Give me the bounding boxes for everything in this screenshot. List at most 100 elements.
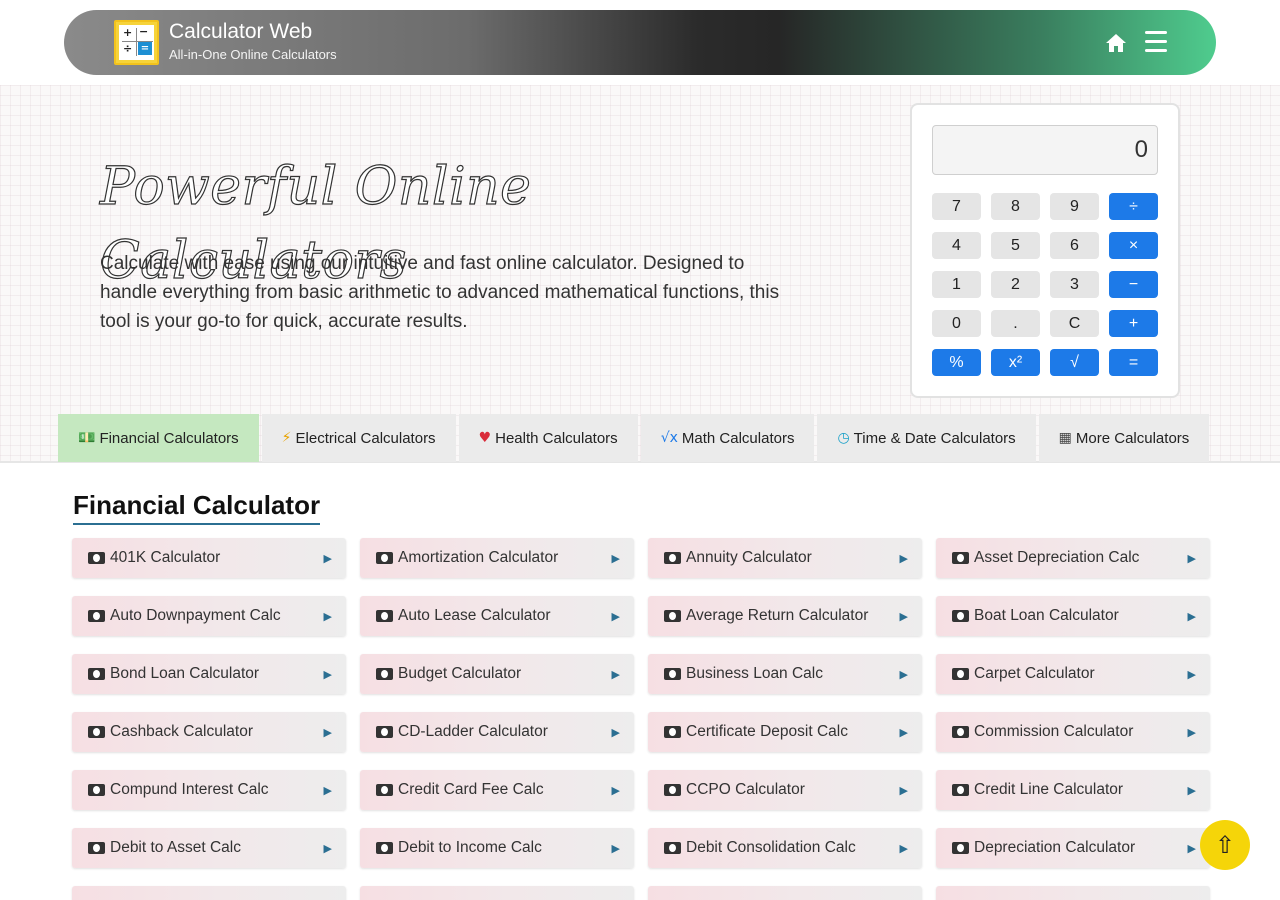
hamburger-menu-icon[interactable]: [1145, 31, 1167, 53]
calculator-card[interactable]: CD-Ladder Calculator ▶: [360, 712, 634, 752]
calc-key[interactable]: =: [1109, 349, 1158, 376]
arrow-right-icon: ▶: [899, 610, 908, 623]
calculator-card[interactable]: ▶: [648, 886, 922, 900]
calc-key[interactable]: ÷: [1109, 193, 1158, 220]
calc-key[interactable]: %: [932, 349, 981, 376]
calc-key[interactable]: √: [1050, 349, 1099, 376]
calculator-card-label: Annuity Calculator: [686, 549, 812, 566]
calculator-card[interactable]: ▶: [72, 886, 346, 900]
arrow-right-icon: ▶: [1187, 784, 1196, 797]
tab-label: Electrical Calculators: [295, 429, 436, 447]
calculator-card[interactable]: Asset Depreciation Calc ▶: [936, 538, 1210, 578]
money-icon: [664, 552, 681, 564]
calculator-card[interactable]: Debit to Asset Calc ▶: [72, 828, 346, 868]
arrow-right-icon: ▶: [611, 668, 620, 681]
calculator-card[interactable]: Certificate Deposit Calc ▶: [648, 712, 922, 752]
calc-key[interactable]: x²: [991, 349, 1040, 376]
calculator-card[interactable]: Credit Line Calculator ▶: [936, 770, 1210, 810]
calculator-card[interactable]: Debit Consolidation Calc ▶: [648, 828, 922, 868]
money-icon: [952, 552, 969, 564]
money-icon: [376, 726, 393, 738]
arrow-right-icon: ▶: [1187, 552, 1196, 565]
tab-electrical-calculators[interactable]: ⚡ Electrical Calculators: [261, 414, 456, 462]
calc-key[interactable]: 0: [932, 310, 981, 337]
calculator-card[interactable]: 401K Calculator ▶: [72, 538, 346, 578]
calculator-card-label: Average Return Calculator: [686, 607, 869, 624]
calculator-card-label: Auto Downpayment Calc: [110, 607, 281, 624]
calculator-card[interactable]: Annuity Calculator ▶: [648, 538, 922, 578]
calculator-card[interactable]: Bond Loan Calculator ▶: [72, 654, 346, 694]
money-icon: [376, 668, 393, 680]
tab-financial-calculators[interactable]: 💵 Financial Calculators: [58, 414, 259, 462]
tab-health-calculators[interactable]: ♥ Health Calculators: [458, 414, 638, 462]
arrow-right-icon: ▶: [611, 842, 620, 855]
calculator-card[interactable]: Commission Calculator ▶: [936, 712, 1210, 752]
calculator-card[interactable]: Budget Calculator ▶: [360, 654, 634, 694]
calculator-logo-icon: + − ÷ =: [119, 25, 154, 60]
calculator-card-label: Bond Loan Calculator: [110, 665, 260, 682]
calc-key[interactable]: 1: [932, 271, 981, 298]
tab-math-calculators[interactable]: √x Math Calculators: [640, 414, 815, 462]
calculator-card[interactable]: Amortization Calculator ▶: [360, 538, 634, 578]
arrow-right-icon: ▶: [899, 784, 908, 797]
arrow-right-icon: ▶: [899, 842, 908, 855]
calc-key[interactable]: ×: [1109, 232, 1158, 259]
calculator-card[interactable]: ▶: [360, 886, 634, 900]
calculator-card[interactable]: Debit to Income Calc ▶: [360, 828, 634, 868]
calc-key[interactable]: 9: [1050, 193, 1099, 220]
section-title: Financial Calculator: [73, 490, 321, 525]
home-icon[interactable]: [1104, 31, 1128, 55]
calc-key[interactable]: 6: [1050, 232, 1099, 259]
arrow-right-icon: ▶: [323, 784, 332, 797]
calc-key[interactable]: C: [1050, 310, 1099, 337]
calculator-keypad: 7 8 9 ÷ 4 5 6 × 1 2 3− 0. C +% x² √ =: [932, 193, 1160, 376]
calc-key[interactable]: 5: [991, 232, 1040, 259]
calculator-card[interactable]: Carpet Calculator ▶: [936, 654, 1210, 694]
site-logo[interactable]: + − ÷ =: [114, 20, 159, 65]
calculator-card[interactable]: Compund Interest Calc ▶: [72, 770, 346, 810]
arrow-right-icon: ▶: [323, 668, 332, 681]
arrow-right-icon: ▶: [611, 610, 620, 623]
calculator-display[interactable]: 0: [932, 125, 1158, 175]
square-root-icon: √x: [660, 430, 678, 446]
calc-key[interactable]: 2: [991, 271, 1040, 298]
calculator-card-label: Commission Calculator: [974, 723, 1134, 740]
arrow-right-icon: ▶: [1187, 610, 1196, 623]
site-title[interactable]: Calculator Web: [169, 19, 337, 44]
calculator-icon: ▦: [1058, 430, 1072, 446]
calc-key[interactable]: 8: [991, 193, 1040, 220]
calculator-card[interactable]: Cashback Calculator ▶: [72, 712, 346, 752]
money-icon: [88, 726, 105, 738]
money-icon: [664, 610, 681, 622]
arrow-right-icon: ▶: [899, 552, 908, 565]
calc-key[interactable]: +: [1109, 310, 1158, 337]
calculator-card[interactable]: Boat Loan Calculator ▶: [936, 596, 1210, 636]
calculator-card-label: CCPO Calculator: [686, 781, 805, 798]
money-icon: [952, 784, 969, 796]
money-icon: [376, 610, 393, 622]
money-icon: [88, 552, 105, 564]
arrow-right-icon: ▶: [611, 784, 620, 797]
calculator-card-label: Debit Consolidation Calc: [686, 839, 856, 856]
calculator-card[interactable]: Auto Lease Calculator ▶: [360, 596, 634, 636]
calculator-card[interactable]: Average Return Calculator ▶: [648, 596, 922, 636]
calc-key[interactable]: 7: [932, 193, 981, 220]
calculator-card-label: Business Loan Calc: [686, 665, 823, 682]
calculator-card[interactable]: CCPO Calculator ▶: [648, 770, 922, 810]
calc-key[interactable]: 4: [932, 232, 981, 259]
tab-more-calculators[interactable]: ▦ More Calculators: [1038, 414, 1210, 462]
calculator-card[interactable]: Auto Downpayment Calc ▶: [72, 596, 346, 636]
calc-key[interactable]: 3: [1050, 271, 1099, 298]
calc-key[interactable]: .: [991, 310, 1040, 337]
calculator-card[interactable]: ▶: [936, 886, 1210, 900]
calculator-card[interactable]: Depreciation Calculator ▶: [936, 828, 1210, 868]
calc-key[interactable]: −: [1109, 271, 1158, 298]
calculator-card[interactable]: Credit Card Fee Calc ▶: [360, 770, 634, 810]
arrow-right-icon: ▶: [323, 726, 332, 739]
tab-time-date-calculators[interactable]: ◷ Time & Date Calculators: [817, 414, 1036, 462]
money-icon: [376, 552, 393, 564]
scroll-to-top-button[interactable]: ⇧: [1200, 820, 1250, 870]
money-icon: [88, 610, 105, 622]
tab-label: Health Calculators: [495, 429, 618, 447]
calculator-card[interactable]: Business Loan Calc ▶: [648, 654, 922, 694]
